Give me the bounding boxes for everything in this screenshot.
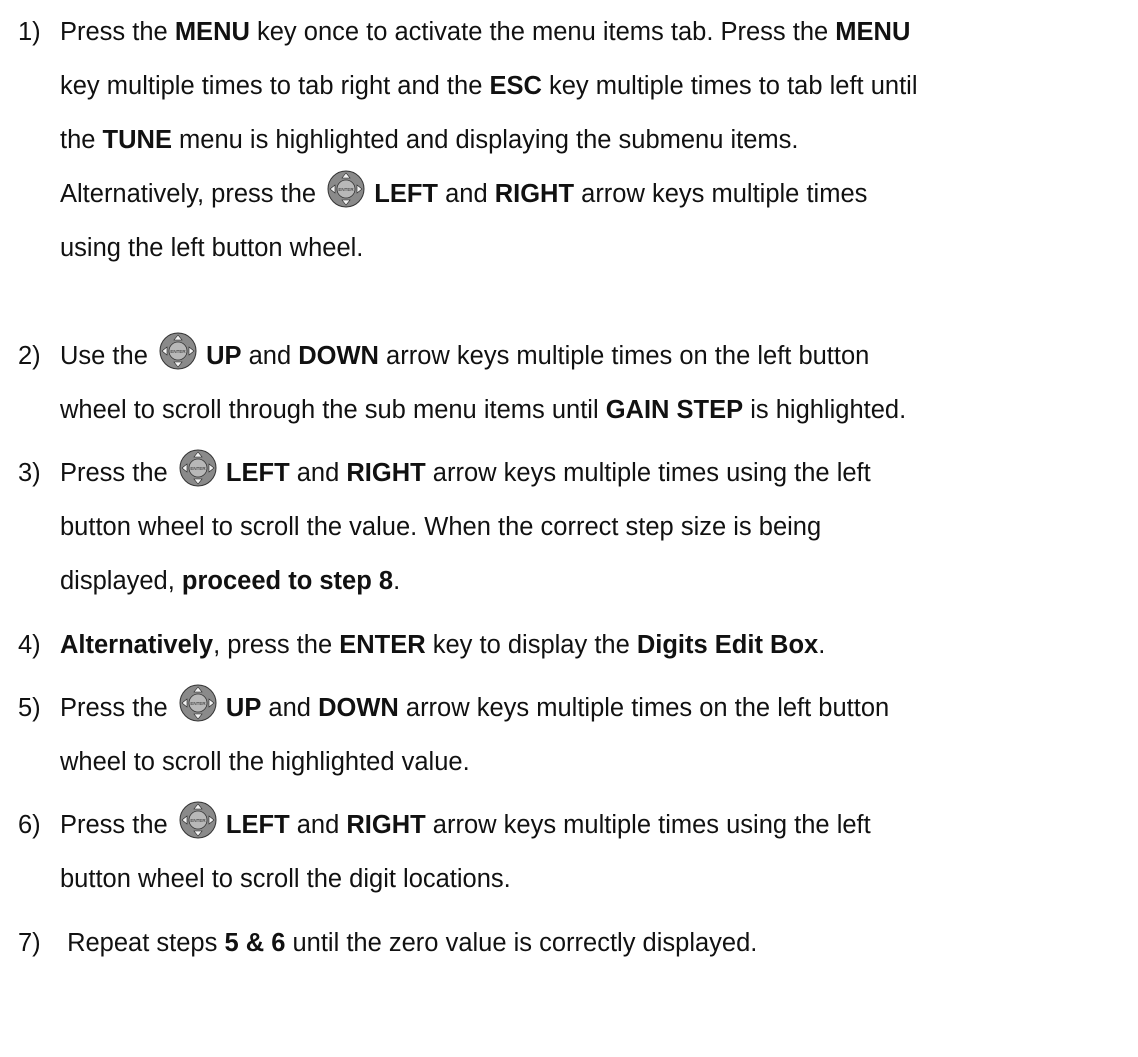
text-run: and	[289, 459, 347, 487]
text-run: wheel to scroll the highlighted value.	[60, 748, 470, 776]
bold-term: LEFT	[225, 459, 290, 487]
text-run: arrow keys multiple times	[574, 180, 868, 208]
svg-text:ENTER: ENTER	[339, 187, 355, 192]
svg-text:ENTER: ENTER	[190, 466, 206, 471]
step-line: using the left button wheel.	[18, 221, 1136, 275]
text-run	[199, 342, 206, 370]
step-line: button wheel to scroll the value. When t…	[18, 500, 1136, 554]
text-run: Repeat steps	[60, 929, 225, 957]
bold-term: LEFT	[374, 180, 438, 208]
bold-term: DOWN	[298, 342, 379, 370]
step-line: the TUNE menu is highlighted and display…	[18, 113, 1136, 167]
text-run: using the left button wheel.	[60, 234, 364, 262]
step-line: 3) Press the ENTER LEFT and RIGHT arrow k…	[18, 446, 1136, 500]
step-line: wheel to scroll the highlighted value.	[18, 735, 1136, 789]
text-run: the	[60, 126, 103, 154]
bold-term: RIGHT	[494, 180, 575, 208]
button-wheel-icon: ENTER	[179, 801, 217, 839]
step-number: 3)	[18, 459, 41, 487]
step-line: 4) Alternatively, press the ENTER key to …	[18, 618, 1136, 672]
step-number: 7)	[18, 929, 41, 957]
button-wheel-icon: ENTER	[179, 684, 217, 722]
step-2: 2) Use the ENTER UP and DOWN arrow keys m…	[18, 329, 1136, 437]
text-run: arrow keys multiple times using the left	[425, 811, 871, 839]
text-run: Use the	[60, 342, 155, 370]
text-run: and	[289, 811, 347, 839]
step-5: 5) Press the ENTER UP and DOWN arrow keys…	[18, 681, 1136, 789]
text-run: button wheel to scroll the value. When t…	[60, 513, 822, 541]
text-run: .	[818, 631, 826, 659]
bold-term: 5 & 6	[224, 929, 286, 957]
step-7: 7) Repeat steps 5 & 6 until the zero val…	[18, 916, 1136, 970]
text-run: key multiple times to tab left until	[541, 72, 918, 100]
text-run: Press the	[60, 694, 175, 722]
text-run: Press the	[60, 811, 175, 839]
text-run: arrow keys multiple times on the left bu…	[398, 694, 890, 722]
step-6: 6) Press the ENTER LEFT and RIGHT arrow k…	[18, 798, 1136, 906]
text-run: Press the	[60, 18, 175, 46]
text-run: displayed,	[60, 567, 182, 595]
text-run: Alternatively, press the	[60, 180, 324, 208]
bold-term: LEFT	[225, 811, 290, 839]
step-line: 6) Press the ENTER LEFT and RIGHT arrow k…	[18, 798, 1136, 852]
step-number: 5)	[18, 694, 41, 722]
bold-term: Alternatively	[60, 631, 214, 659]
bold-term: ESC	[489, 72, 542, 100]
text-run: .	[393, 567, 401, 595]
step-number: 2)	[18, 342, 41, 370]
bold-term: UP	[225, 694, 262, 722]
step-4: 4) Alternatively, press the ENTER key to …	[18, 618, 1136, 672]
text-run: key to display the	[425, 631, 637, 659]
text-run: key multiple times to tab right and the	[60, 72, 490, 100]
step-line: displayed, proceed to step 8.	[18, 554, 1136, 608]
text-run: and	[438, 180, 495, 208]
text-run: menu is highlighted and displaying the s…	[171, 126, 799, 154]
text-run: and	[241, 342, 299, 370]
svg-text:ENTER: ENTER	[170, 349, 186, 354]
step-line: 7) Repeat steps 5 & 6 until the zero val…	[18, 916, 1136, 970]
step-line: wheel to scroll through the sub menu ite…	[18, 383, 1136, 437]
instruction-page: 1) Press the MENU key once to activate th…	[0, 0, 1138, 1057]
button-wheel-icon: ENTER	[327, 170, 365, 208]
step-1: 1) Press the MENU key once to activate th…	[18, 5, 1136, 275]
svg-text:ENTER: ENTER	[190, 818, 206, 823]
bold-term: ENTER	[339, 631, 426, 659]
step-number: 4)	[18, 631, 41, 659]
button-wheel-icon: ENTER	[159, 332, 197, 370]
bold-term: TUNE	[102, 126, 172, 154]
text-run: is highlighted.	[743, 396, 907, 424]
step-line: 1) Press the MENU key once to activate th…	[18, 5, 1136, 59]
step-number: 6)	[18, 811, 41, 839]
step-line: 2) Use the ENTER UP and DOWN arrow keys m…	[18, 329, 1136, 383]
bold-term: RIGHT	[346, 459, 426, 487]
bold-term: MENU	[174, 18, 250, 46]
bold-term: proceed to step 8	[181, 567, 394, 595]
button-wheel-icon: ENTER	[179, 449, 217, 487]
text-run: until the zero value is correctly displa…	[285, 929, 758, 957]
step-line: button wheel to scroll the digit locatio…	[18, 852, 1136, 906]
text-run: key once to activate the menu items tab.…	[249, 18, 836, 46]
text-run: button wheel to scroll the digit locatio…	[60, 865, 511, 893]
text-run: arrow keys multiple times using the left	[425, 459, 871, 487]
bold-term: MENU	[835, 18, 911, 46]
text-run	[219, 459, 226, 487]
step-line: key multiple times to tab right and the …	[18, 59, 1136, 113]
text-run: arrow keys multiple times on the left bu…	[378, 342, 870, 370]
step-number: 1)	[18, 18, 41, 46]
bold-term: UP	[206, 342, 242, 370]
text-run: , press the	[213, 631, 340, 659]
text-run	[219, 694, 226, 722]
bold-term: Digits Edit Box	[636, 631, 819, 659]
bold-term: GAIN STEP	[605, 396, 744, 424]
text-run: Press the	[60, 459, 175, 487]
step-line: Alternatively, press the ENTER LEFT and …	[18, 167, 1136, 221]
text-run: wheel to scroll through the sub menu ite…	[60, 396, 606, 424]
bold-term: RIGHT	[346, 811, 426, 839]
step-3: 3) Press the ENTER LEFT and RIGHT arrow k…	[18, 446, 1136, 608]
step-line: 5) Press the ENTER UP and DOWN arrow keys…	[18, 681, 1136, 735]
text-run	[219, 811, 226, 839]
text-run: and	[261, 694, 319, 722]
bold-term: DOWN	[318, 694, 399, 722]
svg-text:ENTER: ENTER	[190, 701, 206, 706]
